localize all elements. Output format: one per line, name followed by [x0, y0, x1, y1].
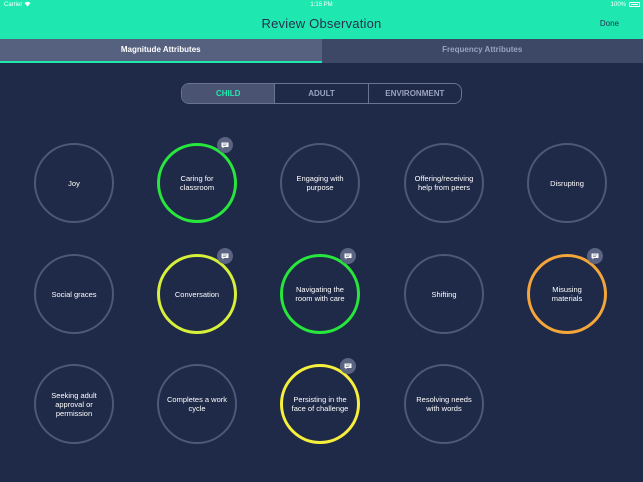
filter-child[interactable]: CHILD: [182, 84, 275, 103]
attribute-tabs: Magnitude Attributes Frequency Attribute…: [0, 39, 643, 63]
note-icon[interactable]: [340, 248, 356, 264]
attribute-circle[interactable]: Joy: [34, 143, 114, 223]
subject-filter: CHILD ADULT ENVIRONMENT: [181, 83, 462, 104]
attribute-circle[interactable]: Completes a work cycle: [157, 364, 237, 444]
attribute-label: Caring for classroom: [179, 174, 215, 192]
attribute-circle[interactable]: Navigating the room with care: [280, 254, 360, 334]
attribute-label: Navigating the room with care: [295, 285, 345, 303]
status-time: 1:16 PM: [310, 2, 333, 8]
attribute-label: Engaging with purpose: [296, 174, 344, 192]
attribute-circle[interactable]: Social graces: [34, 254, 114, 334]
note-icon[interactable]: [340, 358, 356, 374]
attribute-circle[interactable]: Disrupting: [527, 143, 607, 223]
attribute-label: Completes a work cycle: [166, 395, 228, 413]
attribute-label: Offering/receiving help from peers: [414, 174, 474, 192]
attribute-label: Persisting in the face of challenge: [291, 395, 349, 413]
attribute-circle[interactable]: Resolving needs with words: [404, 364, 484, 444]
attribute-label: Resolving needs with words: [416, 395, 472, 413]
attribute-label: Joy: [68, 178, 80, 188]
attribute-circle[interactable]: Caring for classroom: [157, 143, 237, 223]
attribute-circle[interactable]: Conversation: [157, 254, 237, 334]
navigation-bar: Review Observation Done: [0, 10, 643, 39]
attribute-label: Seeking adult approval or permission: [51, 390, 97, 418]
note-icon[interactable]: [217, 248, 233, 264]
note-icon[interactable]: [587, 248, 603, 264]
attribute-circle[interactable]: Misusing materials: [527, 254, 607, 334]
battery-percent: 100%: [610, 2, 626, 8]
attribute-circle[interactable]: Seeking adult approval or permission: [34, 364, 114, 444]
attribute-label: Shifting: [431, 289, 457, 299]
attribute-circle[interactable]: Offering/receiving help from peers: [404, 143, 484, 223]
tab-frequency-attributes[interactable]: Frequency Attributes: [321, 39, 643, 63]
note-icon[interactable]: [217, 137, 233, 153]
done-button[interactable]: Done: [600, 19, 619, 28]
filter-adult[interactable]: ADULT: [274, 84, 367, 103]
attribute-label: Conversation: [174, 289, 220, 299]
attribute-circle[interactable]: Engaging with purpose: [280, 143, 360, 223]
battery-icon: [629, 2, 640, 7]
status-bar: Carrier 1:16 PM 100%: [0, 0, 643, 10]
filter-environment[interactable]: ENVIRONMENT: [367, 84, 461, 103]
attribute-label: Disrupting: [550, 178, 584, 188]
attribute-circle[interactable]: Shifting: [404, 254, 484, 334]
page-title: Review Observation: [261, 16, 382, 31]
attribute-circle[interactable]: Persisting in the face of challenge: [280, 364, 360, 444]
tab-magnitude-attributes[interactable]: Magnitude Attributes: [0, 39, 322, 63]
attribute-label: Social graces: [51, 289, 97, 299]
attribute-label: Misusing materials: [551, 285, 583, 303]
